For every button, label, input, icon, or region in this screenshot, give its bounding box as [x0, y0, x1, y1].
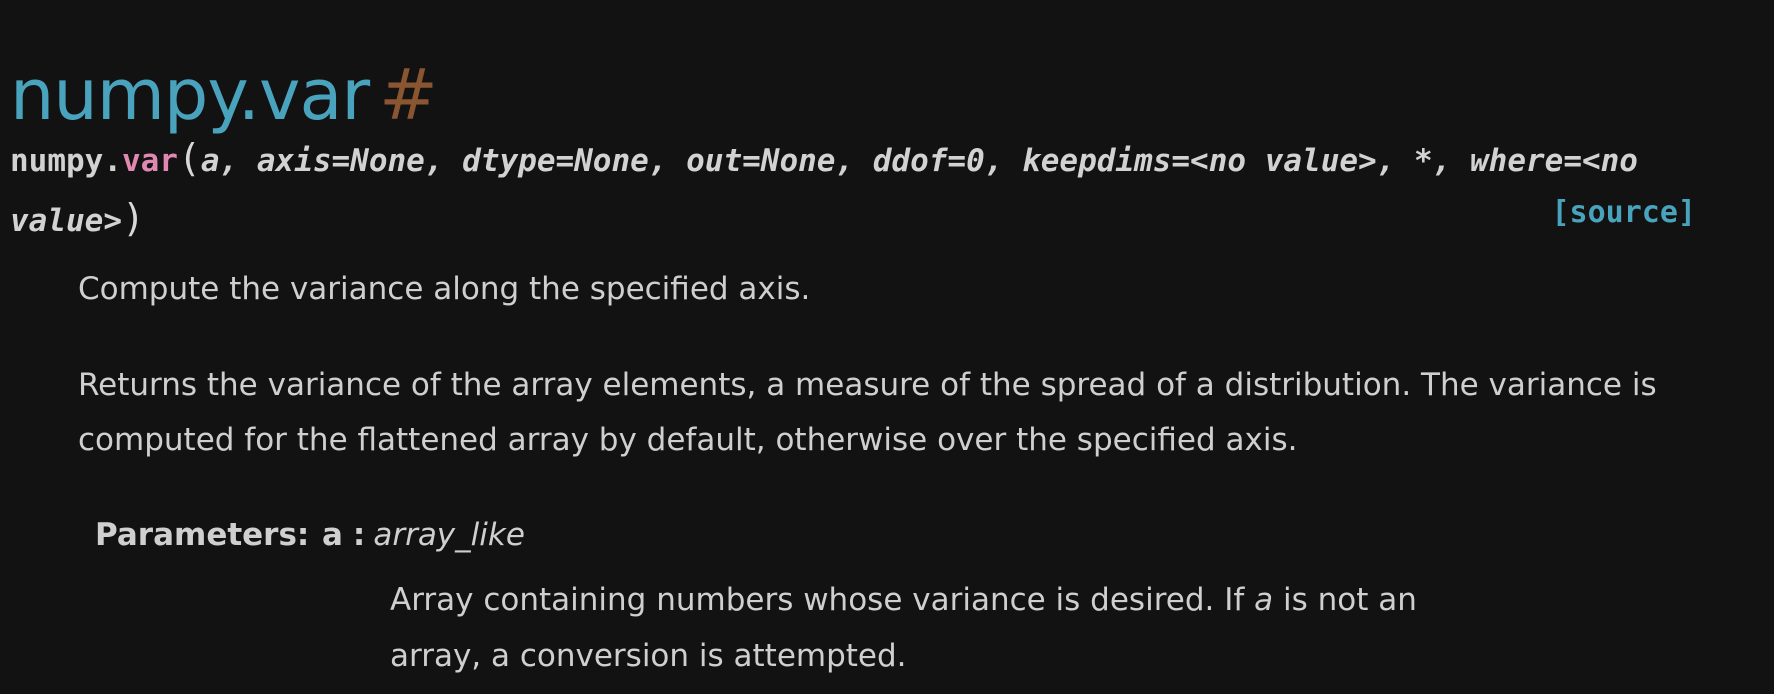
function-signature: numpy.var(a, axis=None, dtype=None, out=… — [10, 128, 1638, 248]
summary-text: Compute the variance along the specified… — [78, 271, 811, 307]
parameter-name: a — [322, 517, 343, 553]
parameter-a-header: a: array_like — [322, 510, 525, 560]
parameter-separator: : — [352, 517, 366, 553]
permalink-anchor[interactable]: # — [379, 54, 438, 136]
page-title-text: numpy.var — [10, 53, 370, 136]
source-link[interactable]: [source] — [1552, 195, 1697, 230]
signature-module: numpy. — [10, 143, 122, 179]
signature-line-1: numpy.var(a, axis=None, dtype=None, out=… — [10, 128, 1638, 188]
signature-function-name: var — [121, 143, 178, 179]
signature-params-line-2: value> — [10, 203, 122, 239]
signature-params-line-1: a, axis=None, dtype=None, out=None, ddof… — [200, 143, 1638, 179]
extended-description: Returns the variance of the array elemen… — [78, 367, 1657, 458]
parameter-desc-emphasis: a — [1254, 582, 1274, 618]
parameters-label: Parameters: — [95, 517, 310, 553]
signature-line-2: value>) — [10, 188, 1638, 248]
signature-close-paren: ) — [121, 196, 145, 240]
parameter-a-description: Array containing numbers whose variance … — [390, 572, 1490, 684]
parameter-type: array_like — [373, 517, 525, 553]
signature-open-paren: ( — [177, 136, 201, 180]
parameter-desc-before: Array containing numbers whose variance … — [390, 582, 1255, 618]
